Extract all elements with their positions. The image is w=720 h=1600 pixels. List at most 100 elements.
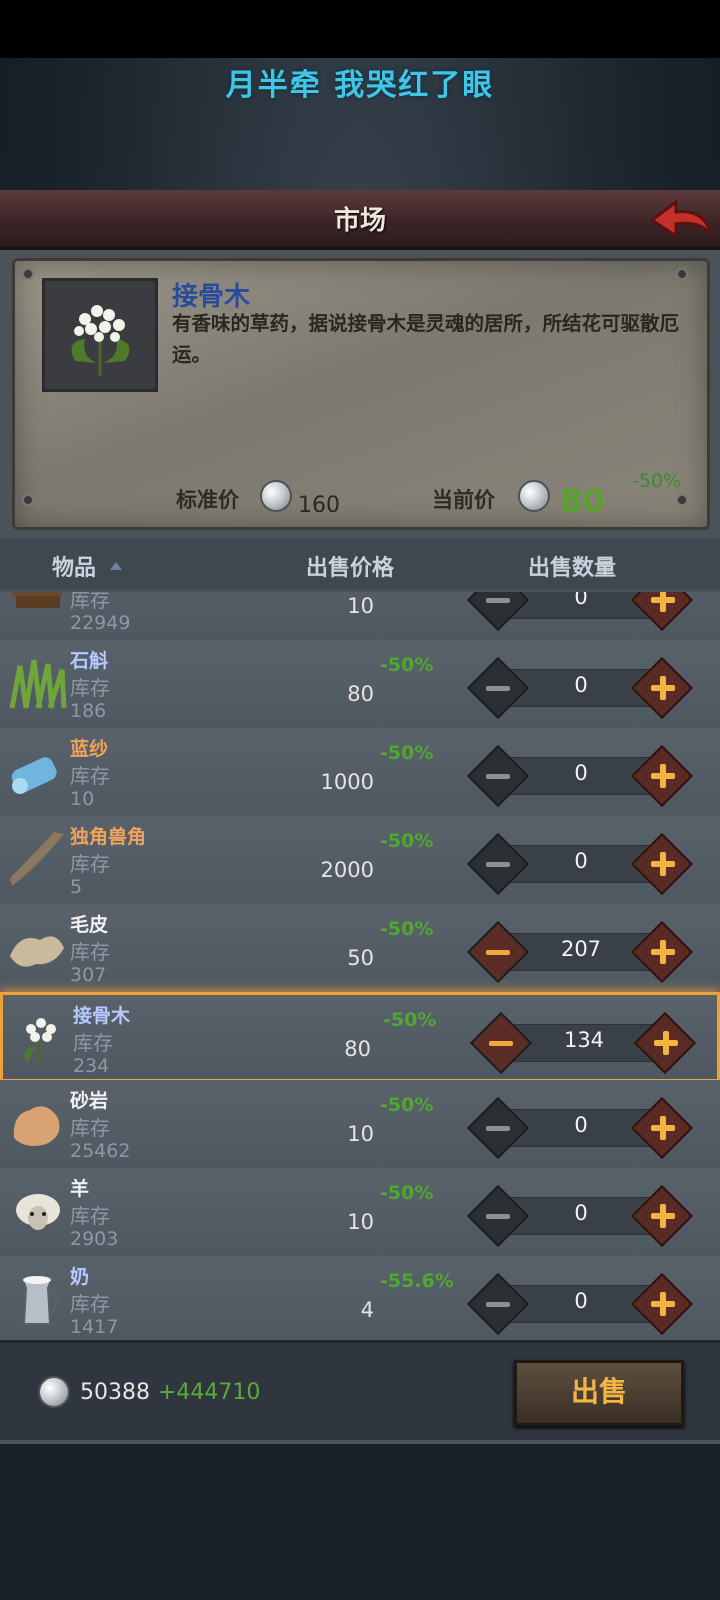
silver-coin-icon	[518, 480, 550, 512]
sheep-icon	[16, 1194, 60, 1230]
item-name: 奶	[70, 1266, 90, 1288]
item-name: 羊	[70, 1178, 90, 1200]
table-row[interactable]: 接骨木 库存 234 -50% 80 134	[0, 992, 720, 1082]
item-name: 毛皮	[70, 914, 109, 936]
discount-badge: -50%	[380, 742, 434, 764]
money-total: 50388	[80, 1380, 150, 1405]
plus-icon	[660, 940, 666, 964]
bottom-area	[0, 1444, 720, 1600]
discount-badge: -50%	[383, 1009, 437, 1031]
sell-price: 50	[347, 946, 374, 970]
sort-ascending-icon[interactable]	[110, 562, 122, 570]
money-gain: +444710	[158, 1380, 261, 1405]
stock-label: 库存	[70, 1292, 110, 1316]
stock-value: 2903	[70, 1228, 119, 1250]
plus-icon	[660, 1116, 666, 1140]
rivet-icon	[676, 494, 688, 506]
minus-icon	[486, 950, 510, 955]
item-name: 砂岩	[70, 1090, 109, 1112]
sell-button[interactable]: 出售	[514, 1360, 684, 1426]
plus-icon	[660, 1292, 666, 1316]
table-row[interactable]: 奶库存 1417 -55.6% 4 0	[0, 1256, 720, 1346]
minus-icon	[486, 1126, 510, 1131]
item-detail-description: 有香味的草药，据说接骨木是灵魂的居所，所结花可驱散厄运。	[172, 312, 680, 366]
item-name: 石斛	[70, 650, 109, 672]
silver-coin-icon	[260, 480, 292, 512]
table-row[interactable]: 石斛 库存 186 -50% 80 0	[0, 640, 720, 730]
item-name: 蓝纱	[70, 738, 109, 760]
horn-icon	[10, 832, 64, 886]
column-price-header: 出售价格	[306, 556, 395, 581]
page-title: 市场	[333, 206, 386, 236]
table-row[interactable]: 砂岩 库存 25462 -50% 10 0	[0, 1080, 720, 1170]
stock-label: 库存	[70, 1204, 110, 1228]
column-quantity-header: 出售数量	[528, 556, 617, 581]
standard-price-label: 标准价	[176, 488, 239, 512]
column-item-header[interactable]: 物品	[52, 550, 96, 582]
stock-label: 库存	[70, 764, 110, 788]
back-button[interactable]	[648, 196, 714, 242]
plus-icon	[660, 676, 666, 700]
banner-text: 月半牵 我哭红了眼	[225, 68, 495, 103]
plus-icon	[663, 1031, 669, 1055]
plus-icon	[660, 764, 666, 788]
grass-icon	[9, 659, 67, 709]
column-header: 物品 出售价格 出售数量	[0, 538, 720, 590]
stock-label: 库存	[70, 676, 110, 700]
stock-label: 库存	[73, 1031, 113, 1055]
minus-icon	[486, 686, 510, 691]
table-row[interactable]: 羊库存 2903 -50% 10 0	[0, 1168, 720, 1258]
stock-label: 库存	[70, 1116, 110, 1140]
sell-price: 80	[344, 1037, 371, 1061]
stock-label: 库存	[70, 852, 110, 876]
table-row[interactable]: 库存 22949 10 0	[0, 592, 720, 642]
plus-icon	[660, 1204, 666, 1228]
stock-label: 库存	[70, 940, 110, 964]
table-row[interactable]: 蓝纱 库存 10 -50% 1000 0	[0, 728, 720, 818]
table-row[interactable]: 毛皮 库存 307 -50% 50 207	[0, 904, 720, 994]
minus-icon	[486, 1214, 510, 1219]
minus-icon	[486, 862, 510, 867]
elder-flower-icon	[24, 1018, 56, 1067]
discount-badge: -50%	[380, 654, 434, 676]
stock-value: 22949	[70, 612, 131, 634]
table-row[interactable]: 独角兽角 库存 5 -50% 2000 0	[0, 816, 720, 906]
minus-icon	[486, 1302, 510, 1307]
item-name: 独角兽角	[70, 826, 147, 848]
discount-badge: -50%	[380, 1182, 434, 1204]
wood-icon	[12, 592, 62, 608]
stock-value: 10	[70, 788, 95, 810]
status-bar	[0, 0, 720, 58]
plus-icon	[660, 592, 666, 612]
discount-badge: -50%	[380, 1094, 434, 1116]
stock-value: 234	[73, 1055, 110, 1077]
plus-icon	[660, 852, 666, 876]
stock-value: 25462	[70, 1140, 131, 1162]
rivet-icon	[22, 268, 34, 280]
fur-icon	[10, 936, 64, 967]
sandstone-icon	[13, 1106, 60, 1146]
current-price-label: 当前价	[432, 488, 495, 512]
sell-price: 1000	[320, 770, 374, 794]
discount-badge: -55.6%	[380, 1270, 454, 1292]
current-price-value: 80	[560, 482, 605, 520]
stock-value: 1417	[70, 1316, 119, 1338]
minus-icon	[486, 774, 510, 779]
standard-price-value: 160	[298, 493, 340, 518]
discount-badge: -50%	[380, 830, 434, 852]
elder-flower-icon	[71, 305, 130, 376]
sell-price: 4	[360, 1298, 374, 1322]
rivet-icon	[676, 268, 688, 280]
item-detail-image	[42, 278, 158, 392]
stock-label: 库存	[70, 592, 110, 612]
item-detail-discount: -50%	[632, 470, 682, 492]
silver-coin-icon	[38, 1376, 70, 1408]
minus-icon	[489, 1041, 513, 1046]
item-list[interactable]: 库存 22949 10 0 石斛 库存 186 -50% 80 0 蓝纱 库存 10 -50% 1000 0 独…	[0, 592, 720, 1362]
stock-value: 5	[70, 876, 83, 898]
sell-price: 10	[347, 1210, 374, 1234]
rivet-icon	[22, 494, 34, 506]
back-arrow-icon	[649, 199, 713, 239]
stock-value: 186	[70, 700, 107, 722]
milk-jug-icon	[20, 1276, 60, 1325]
